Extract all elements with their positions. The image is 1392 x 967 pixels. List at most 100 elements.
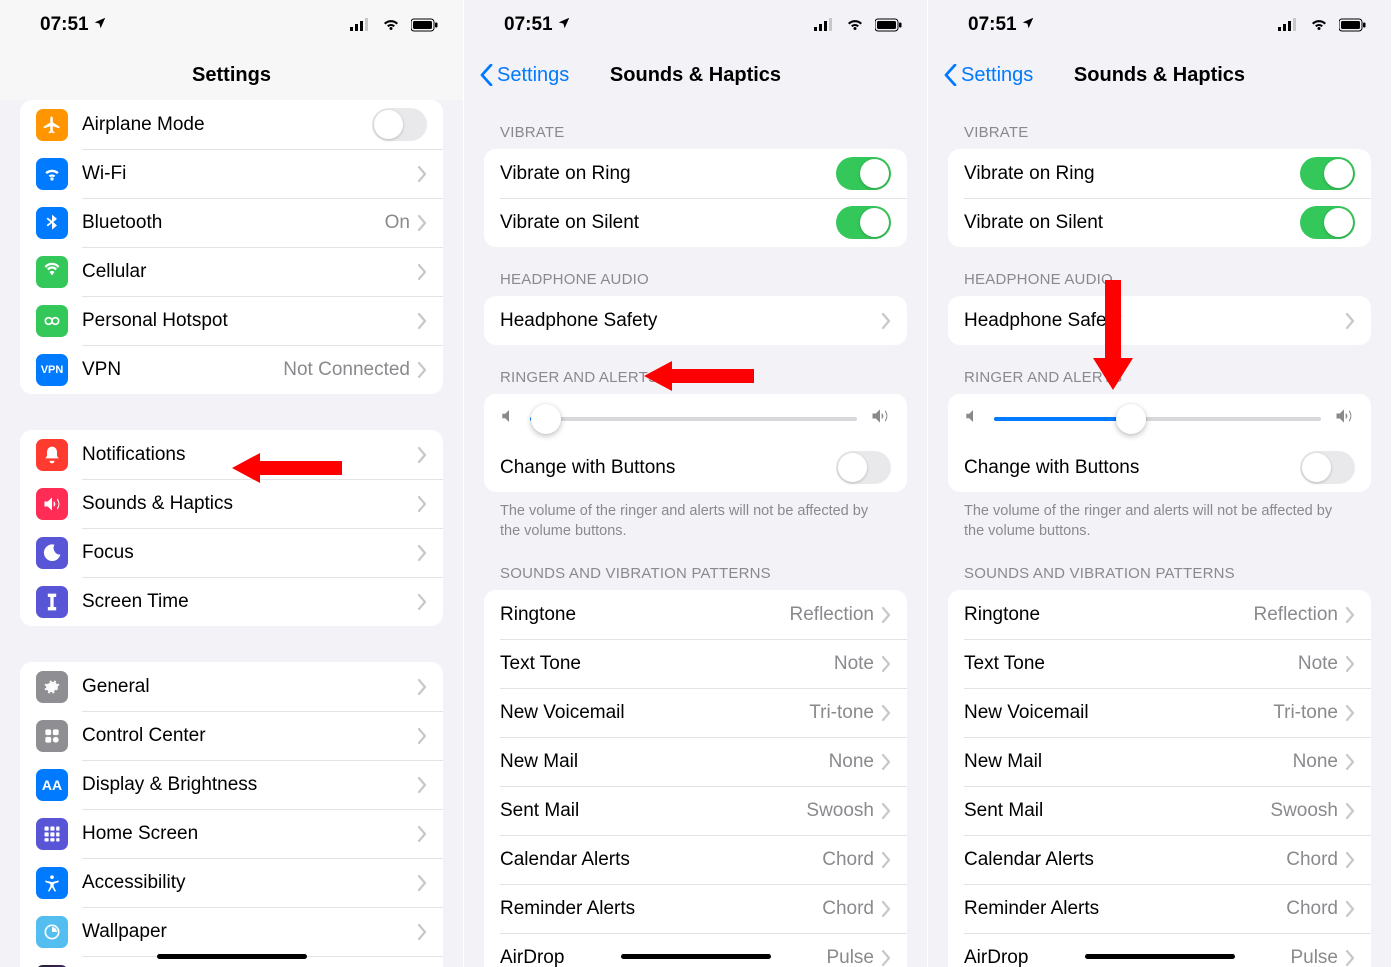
bluetooth-icon	[36, 207, 68, 239]
chevron-icon	[418, 594, 427, 610]
toggle[interactable]	[372, 108, 427, 141]
settings-row[interactable]: AADisplay & Brightness	[20, 760, 443, 809]
toggle[interactable]	[1300, 206, 1355, 239]
vibrate-row[interactable]: Vibrate on Ring	[484, 149, 907, 198]
toggle[interactable]	[1300, 157, 1355, 190]
change-with-buttons-row[interactable]: Change with Buttons	[484, 443, 907, 492]
row-detail: Pulse	[1290, 947, 1338, 967]
ringer-group: Change with Buttons	[948, 394, 1371, 492]
home-indicator[interactable]	[621, 954, 771, 959]
chevron-icon	[418, 545, 427, 561]
settings-row[interactable]: Airplane Mode	[20, 100, 443, 149]
accessibility-icon	[36, 867, 68, 899]
pattern-row[interactable]: Calendar Alerts Chord	[484, 835, 907, 884]
chevron-icon	[418, 313, 427, 329]
settings-row[interactable]: Home Screen	[20, 809, 443, 858]
settings-row[interactable]: General	[20, 662, 443, 711]
toggle[interactable]	[836, 157, 891, 190]
home-indicator[interactable]	[157, 954, 307, 959]
display-icon: AA	[36, 769, 68, 801]
vibrate-row[interactable]: Vibrate on Silent	[948, 198, 1371, 247]
row-detail: Chord	[822, 898, 874, 920]
home-indicator[interactable]	[1085, 954, 1235, 959]
row-label: New Voicemail	[964, 702, 1273, 724]
row-detail: Note	[834, 653, 874, 675]
pattern-row[interactable]: Ringtone Reflection	[484, 590, 907, 639]
wifi-status-icon	[382, 18, 400, 32]
status-time: 07:51	[968, 14, 1017, 36]
pattern-row[interactable]: Text Tone Note	[948, 639, 1371, 688]
chevron-icon	[418, 728, 427, 744]
row-detail: Pulse	[826, 947, 874, 967]
pattern-row[interactable]: AirDrop Pulse	[484, 933, 907, 967]
pattern-row[interactable]: New Mail None	[484, 737, 907, 786]
row-label: New Mail	[964, 751, 1293, 773]
settings-row[interactable]: Control Center	[20, 711, 443, 760]
settings-row[interactable]: Notifications	[20, 430, 443, 479]
row-label: Ringtone	[964, 604, 1254, 626]
chevron-icon	[882, 656, 891, 672]
back-label: Settings	[961, 64, 1033, 87]
pattern-row[interactable]: New Mail None	[948, 737, 1371, 786]
chevron-icon	[418, 826, 427, 842]
row-detail: Reflection	[790, 604, 875, 626]
status-bar: 07:51	[464, 0, 927, 50]
settings-row[interactable]: Screen Time	[20, 577, 443, 626]
headphone-safety-row[interactable]: Headphone Safety	[948, 296, 1371, 345]
settings-row[interactable]: BluetoothOn	[20, 198, 443, 247]
pattern-row[interactable]: Ringtone Reflection	[948, 590, 1371, 639]
chevron-icon	[418, 496, 427, 512]
pattern-row[interactable]: Reminder Alerts Chord	[948, 884, 1371, 933]
back-label: Settings	[497, 64, 569, 87]
chevron-icon	[418, 264, 427, 280]
row-label: Vibrate on Ring	[500, 163, 836, 185]
chevron-icon	[1346, 754, 1355, 770]
pattern-row[interactable]: AirDrop Pulse	[948, 933, 1371, 967]
settings-row[interactable]: Cellular	[20, 247, 443, 296]
chevron-icon	[418, 875, 427, 891]
row-label: Calendar Alerts	[964, 849, 1286, 871]
section-header-ringer: Ringer and Alerts	[464, 345, 927, 394]
settings-group-2: Notifications Sounds & Haptics FocusScreen…	[20, 430, 443, 626]
pattern-row[interactable]: New Voicemail Tri-tone	[948, 688, 1371, 737]
row-label: Airplane Mode	[82, 114, 372, 136]
vibrate-group: Vibrate on Ring Vibrate on Silent	[484, 149, 907, 247]
pattern-row[interactable]: Sent Mail Swoosh	[948, 786, 1371, 835]
toggle[interactable]	[836, 451, 891, 484]
nav-bar: Settings Sounds & Haptics	[928, 50, 1391, 100]
settings-row[interactable]: VPNVPNNot Connected	[20, 345, 443, 394]
section-header-patterns: Sounds and Vibration Patterns	[928, 541, 1391, 590]
speaker-high-icon	[869, 406, 891, 431]
pattern-row[interactable]: New Voicemail Tri-tone	[484, 688, 907, 737]
change-with-buttons-row[interactable]: Change with Buttons	[948, 443, 1371, 492]
settings-row[interactable]: Wallpaper	[20, 907, 443, 956]
settings-row[interactable]: Wi-Fi	[20, 149, 443, 198]
page-title: Sounds & Haptics	[610, 64, 781, 87]
pattern-row[interactable]: Text Tone Note	[484, 639, 907, 688]
toggle[interactable]	[836, 206, 891, 239]
settings-row[interactable]: Sounds & Haptics	[20, 479, 443, 528]
settings-row[interactable]: Accessibility	[20, 858, 443, 907]
toggle[interactable]	[1300, 451, 1355, 484]
status-icons	[344, 14, 439, 36]
chevron-icon	[418, 215, 427, 231]
volume-slider[interactable]	[994, 417, 1321, 421]
settings-row[interactable]: Personal Hotspot	[20, 296, 443, 345]
back-button[interactable]: Settings	[944, 64, 1033, 87]
row-label: Home Screen	[82, 823, 418, 845]
pattern-row[interactable]: Reminder Alerts Chord	[484, 884, 907, 933]
nav-bar: Settings Sounds & Haptics	[464, 50, 927, 100]
vibrate-row[interactable]: Vibrate on Silent	[484, 198, 907, 247]
volume-slider-row	[484, 394, 907, 443]
sounds-icon	[36, 488, 68, 520]
wallpaper-icon	[36, 916, 68, 948]
settings-row[interactable]: Focus	[20, 528, 443, 577]
row-detail: Note	[1298, 653, 1338, 675]
volume-slider[interactable]	[530, 417, 857, 421]
row-label: Sounds & Haptics	[82, 493, 418, 515]
headphone-safety-row[interactable]: Headphone Safety	[484, 296, 907, 345]
vibrate-row[interactable]: Vibrate on Ring	[948, 149, 1371, 198]
pattern-row[interactable]: Calendar Alerts Chord	[948, 835, 1371, 884]
back-button[interactable]: Settings	[480, 64, 569, 87]
pattern-row[interactable]: Sent Mail Swoosh	[484, 786, 907, 835]
